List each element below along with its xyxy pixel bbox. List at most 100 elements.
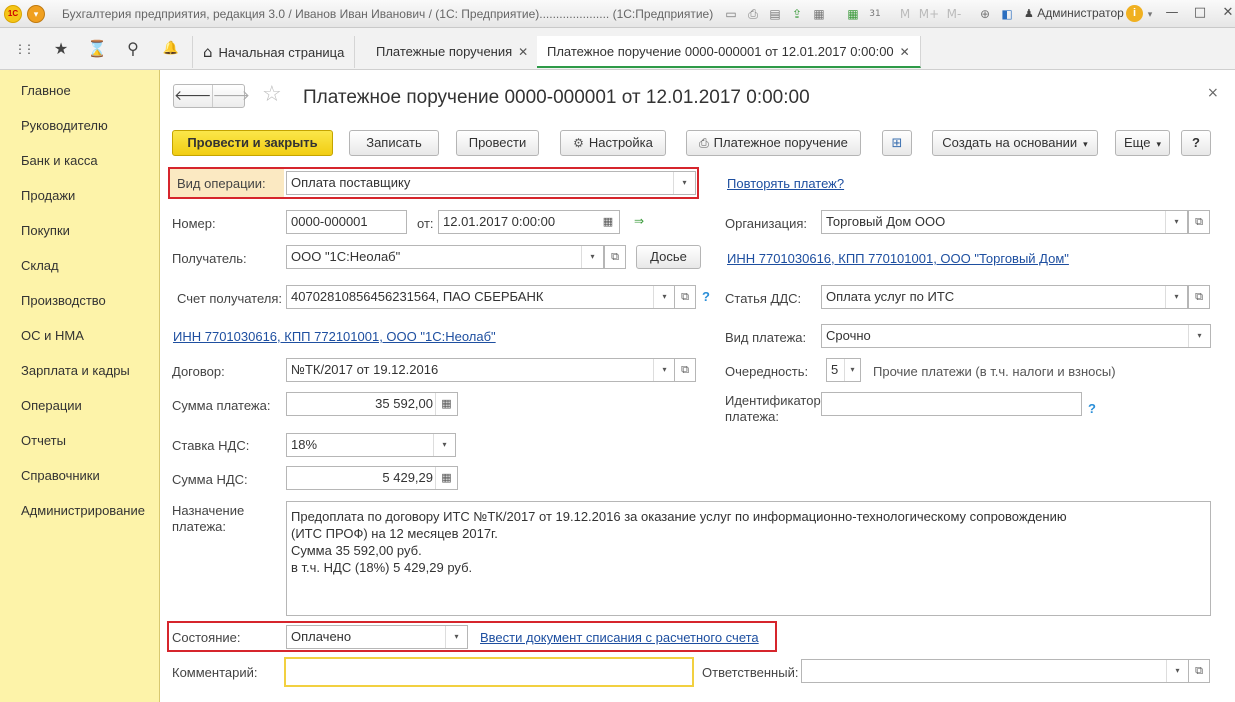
open-account-icon[interactable]: ⧉	[674, 285, 696, 309]
dossier-button[interactable]: Досье	[636, 245, 701, 269]
close-tab-icon[interactable]: ✕	[900, 45, 910, 59]
search-icon[interactable]: ⚲	[122, 38, 144, 60]
sidebar-item-main[interactable]: Главное	[21, 83, 71, 98]
calculator-icon[interactable]: ▦	[435, 393, 457, 415]
recipient-select[interactable]: ООО "1С:Неолаб" ▾	[286, 245, 604, 269]
info-icon[interactable]: i	[1126, 5, 1143, 22]
chevron-down-icon[interactable]: ▾	[445, 626, 467, 648]
document-icon[interactable]: ▦	[810, 5, 828, 23]
recipient-inn-link[interactable]: ИНН 7701030616, КПП 772101001, ООО "1С:Н…	[173, 329, 496, 344]
memory-minus-icon[interactable]: M-	[944, 5, 964, 23]
open-recipient-icon[interactable]: ⧉	[604, 245, 626, 269]
sidebar-item-reports[interactable]: Отчеты	[21, 433, 66, 448]
sidebar-item-purchases[interactable]: Покупки	[21, 223, 70, 238]
memory-icon[interactable]: M	[896, 5, 914, 23]
status-select[interactable]: Оплачено ▾	[286, 625, 468, 649]
close-tab-icon[interactable]: ✕	[518, 45, 528, 59]
history-icon[interactable]: ⌛	[86, 38, 108, 60]
info-dropdown-icon[interactable]: ▾	[1145, 6, 1155, 24]
print-icon[interactable]: ⎙	[744, 5, 762, 23]
sidebar-item-sales[interactable]: Продажи	[21, 188, 75, 203]
current-user[interactable]: ♟ Администратор	[1024, 6, 1124, 20]
payment-type-select[interactable]: Срочно ▾	[821, 324, 1211, 348]
contract-select[interactable]: №ТК/2017 от 19.12.2016 ▾	[286, 358, 676, 382]
chevron-down-icon[interactable]: ▾	[653, 359, 675, 381]
sidebar-item-warehouse[interactable]: Склад	[21, 258, 59, 273]
payment-id-help-icon[interactable]: ?	[1088, 401, 1096, 416]
sidebar-item-administration[interactable]: Администрирование	[21, 503, 145, 518]
comment-field[interactable]	[284, 657, 694, 687]
apps-grid-icon[interactable]: ⋮⋮	[12, 38, 35, 60]
favorites-icon[interactable]: ★	[50, 38, 72, 60]
chevron-down-icon[interactable]: ▾	[1165, 211, 1187, 233]
chevron-down-icon[interactable]: ▾	[433, 434, 455, 456]
writeoff-document-link[interactable]: Ввести документ списания с расчетного сч…	[480, 630, 759, 645]
minimize-icon[interactable]: —	[1158, 3, 1186, 23]
sidebar-item-fixed-assets[interactable]: ОС и НМА	[21, 328, 84, 343]
organization-select[interactable]: Торговый Дом ООО ▾	[821, 210, 1188, 234]
recipient-account-select[interactable]: 40702810856456231564, ПАО СБЕРБАНК ▾	[286, 285, 676, 309]
notifications-icon[interactable]: 🔔	[160, 38, 182, 60]
payment-id-field[interactable]	[821, 392, 1082, 416]
sidebar-item-payroll[interactable]: Зарплата и кадры	[21, 363, 130, 378]
calendar-icon[interactable]: ▦	[597, 211, 619, 233]
sidebar-item-manager[interactable]: Руководителю	[21, 118, 108, 133]
chevron-down-icon[interactable]: ▾	[844, 359, 860, 381]
back-arrow-icon[interactable]: 🡐	[174, 85, 212, 107]
open-contract-icon[interactable]: ⧉	[674, 358, 696, 382]
calculator-icon[interactable]: ▦	[435, 467, 457, 489]
sidebar-item-catalogs[interactable]: Справочники	[21, 468, 100, 483]
priority-select[interactable]: 5 ▾	[826, 358, 861, 382]
account-help-icon[interactable]: ?	[702, 289, 710, 304]
post-and-close-button[interactable]: Провести и закрыть	[172, 130, 333, 156]
operation-type-select[interactable]: Оплата поставщику ▾	[286, 171, 696, 195]
sidebar-item-production[interactable]: Производство	[21, 293, 106, 308]
print-payment-order-button[interactable]: ⎙ Платежное поручение	[686, 130, 861, 156]
date-field[interactable]: 12.01.2017 0:00:00 ▦	[438, 210, 620, 234]
help-button[interactable]: ?	[1181, 130, 1211, 156]
calendar-icon[interactable]: 31	[866, 5, 884, 23]
structure-button[interactable]: ⊞	[882, 130, 912, 156]
zoom-icon[interactable]: ⊕	[976, 5, 994, 23]
repeat-payment-link[interactable]: Повторять платеж?	[727, 176, 844, 191]
amount-field[interactable]: 35 592,00 ▦	[286, 392, 458, 416]
calculator-icon[interactable]: ▦	[844, 5, 862, 23]
memory-plus-icon[interactable]: M+	[918, 5, 940, 23]
open-organization-icon[interactable]: ⧉	[1188, 210, 1210, 234]
forward-arrow-icon[interactable]: 🡒	[211, 85, 250, 107]
favorite-star-icon[interactable]: ☆	[262, 82, 282, 107]
chevron-down-icon[interactable]: ▾	[1188, 325, 1210, 347]
main-menu-icon[interactable]: ▾	[27, 5, 45, 23]
close-form-icon[interactable]: ×	[1207, 85, 1219, 101]
organization-inn-link[interactable]: ИНН 7701030616, КПП 770101001, ООО "Торг…	[727, 251, 1069, 266]
chevron-down-icon[interactable]: ▾	[653, 286, 675, 308]
purpose-textarea[interactable]: Предоплата по договору ИТС №ТК/2017 от 1…	[286, 501, 1211, 616]
settings-button[interactable]: ⚙ Настройка	[560, 130, 666, 156]
maximize-icon[interactable]: □	[1186, 3, 1214, 23]
upload-icon[interactable]: ⇪	[788, 5, 806, 23]
vat-amount-field[interactable]: 5 429,29 ▦	[286, 466, 458, 490]
create-based-on-button[interactable]: Создать на основании ▾	[932, 130, 1098, 156]
open-responsible-icon[interactable]: ⧉	[1188, 659, 1210, 683]
posting-icon[interactable]: ⇒	[634, 214, 644, 228]
chevron-down-icon[interactable]: ▾	[581, 246, 603, 268]
chevron-down-icon[interactable]: ▾	[1165, 286, 1187, 308]
chevron-down-icon[interactable]: ▾	[1166, 660, 1188, 682]
number-field[interactable]: 0000-000001	[286, 210, 407, 234]
sidebar-item-bank-cash[interactable]: Банк и касса	[21, 153, 98, 168]
preview-icon[interactable]: ▤	[766, 5, 784, 23]
tab-payment-order-doc[interactable]: Платежное поручение 0000-000001 от 12.01…	[537, 36, 921, 68]
responsible-select[interactable]: ▾	[801, 659, 1189, 683]
close-window-icon[interactable]: ✕	[1214, 3, 1235, 23]
dds-item-select[interactable]: Оплата услуг по ИТС ▾	[821, 285, 1188, 309]
panel-icon[interactable]: ◧	[998, 5, 1016, 23]
save-icon[interactable]: ▭	[722, 5, 740, 23]
tab-home[interactable]: ⌂ Начальная страница	[192, 36, 356, 68]
open-dds-item-icon[interactable]: ⧉	[1188, 285, 1210, 309]
post-button[interactable]: Провести	[456, 130, 539, 156]
vat-rate-select[interactable]: 18% ▾	[286, 433, 456, 457]
save-button[interactable]: Записать	[349, 130, 439, 156]
tab-payment-orders[interactable]: Платежные поручения ✕	[366, 36, 540, 68]
sidebar-item-operations[interactable]: Операции	[21, 398, 82, 413]
more-button[interactable]: Еще ▾	[1115, 130, 1170, 156]
